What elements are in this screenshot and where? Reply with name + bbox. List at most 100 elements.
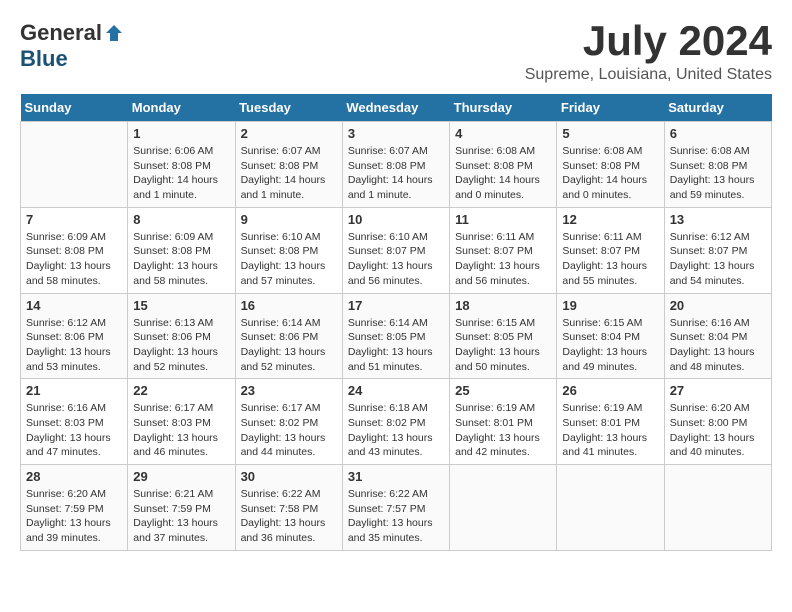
main-title: July 2024 (525, 20, 772, 62)
day-number: 10 (348, 212, 444, 227)
day-number: 11 (455, 212, 551, 227)
day-number: 18 (455, 298, 551, 313)
daylight-label: Daylight: 13 hours and 54 minutes. (670, 260, 755, 287)
daylight-label: Daylight: 13 hours and 51 minutes. (348, 346, 433, 373)
day-number: 28 (26, 469, 122, 484)
sunset-label: Sunset: 8:08 PM (348, 160, 426, 172)
daylight-label: Daylight: 13 hours and 52 minutes. (241, 346, 326, 373)
sunset-label: Sunset: 8:08 PM (26, 245, 104, 257)
sunset-label: Sunset: 8:00 PM (670, 417, 748, 429)
day-info: Sunrise: 6:18 AM Sunset: 8:02 PM Dayligh… (348, 401, 444, 460)
calendar-week-row: 28 Sunrise: 6:20 AM Sunset: 7:59 PM Dayl… (21, 465, 772, 551)
sunrise-label: Sunrise: 6:18 AM (348, 402, 428, 414)
daylight-label: Daylight: 13 hours and 58 minutes. (26, 260, 111, 287)
daylight-label: Daylight: 13 hours and 46 minutes. (133, 432, 218, 459)
daylight-label: Daylight: 13 hours and 49 minutes. (562, 346, 647, 373)
day-info: Sunrise: 6:13 AM Sunset: 8:06 PM Dayligh… (133, 316, 229, 375)
logo-general-text: General (20, 20, 102, 46)
sunset-label: Sunset: 7:59 PM (26, 503, 104, 515)
table-row: 29 Sunrise: 6:21 AM Sunset: 7:59 PM Dayl… (128, 465, 235, 551)
day-info: Sunrise: 6:16 AM Sunset: 8:03 PM Dayligh… (26, 401, 122, 460)
daylight-label: Daylight: 14 hours and 0 minutes. (562, 174, 647, 201)
calendar-week-row: 7 Sunrise: 6:09 AM Sunset: 8:08 PM Dayli… (21, 207, 772, 293)
daylight-label: Daylight: 14 hours and 1 minute. (348, 174, 433, 201)
sunset-label: Sunset: 8:03 PM (133, 417, 211, 429)
day-number: 4 (455, 126, 551, 141)
day-info: Sunrise: 6:12 AM Sunset: 8:07 PM Dayligh… (670, 230, 766, 289)
day-info: Sunrise: 6:11 AM Sunset: 8:07 PM Dayligh… (562, 230, 658, 289)
logo: General Blue (20, 20, 124, 72)
calendar-header-row: Sunday Monday Tuesday Wednesday Thursday… (21, 94, 772, 122)
sunrise-label: Sunrise: 6:20 AM (670, 402, 750, 414)
sunrise-label: Sunrise: 6:07 AM (348, 145, 428, 157)
day-info: Sunrise: 6:17 AM Sunset: 8:03 PM Dayligh… (133, 401, 229, 460)
day-number: 31 (348, 469, 444, 484)
sunrise-label: Sunrise: 6:07 AM (241, 145, 321, 157)
daylight-label: Daylight: 13 hours and 37 minutes. (133, 517, 218, 544)
day-info: Sunrise: 6:16 AM Sunset: 8:04 PM Dayligh… (670, 316, 766, 375)
table-row (557, 465, 664, 551)
table-row: 6 Sunrise: 6:08 AM Sunset: 8:08 PM Dayli… (664, 122, 771, 208)
day-number: 16 (241, 298, 337, 313)
table-row: 10 Sunrise: 6:10 AM Sunset: 8:07 PM Dayl… (342, 207, 449, 293)
sunrise-label: Sunrise: 6:21 AM (133, 488, 213, 500)
sunrise-label: Sunrise: 6:13 AM (133, 317, 213, 329)
sunrise-label: Sunrise: 6:17 AM (241, 402, 321, 414)
day-number: 24 (348, 383, 444, 398)
daylight-label: Daylight: 13 hours and 48 minutes. (670, 346, 755, 373)
sunrise-label: Sunrise: 6:10 AM (241, 231, 321, 243)
day-info: Sunrise: 6:20 AM Sunset: 8:00 PM Dayligh… (670, 401, 766, 460)
table-row: 9 Sunrise: 6:10 AM Sunset: 8:08 PM Dayli… (235, 207, 342, 293)
daylight-label: Daylight: 13 hours and 47 minutes. (26, 432, 111, 459)
calendar-week-row: 14 Sunrise: 6:12 AM Sunset: 8:06 PM Dayl… (21, 293, 772, 379)
table-row: 27 Sunrise: 6:20 AM Sunset: 8:00 PM Dayl… (664, 379, 771, 465)
sunrise-label: Sunrise: 6:08 AM (562, 145, 642, 157)
day-number: 3 (348, 126, 444, 141)
day-info: Sunrise: 6:10 AM Sunset: 8:08 PM Dayligh… (241, 230, 337, 289)
sunset-label: Sunset: 8:08 PM (670, 160, 748, 172)
daylight-label: Daylight: 14 hours and 1 minute. (241, 174, 326, 201)
table-row: 30 Sunrise: 6:22 AM Sunset: 7:58 PM Dayl… (235, 465, 342, 551)
table-row (450, 465, 557, 551)
daylight-label: Daylight: 13 hours and 56 minutes. (348, 260, 433, 287)
sunrise-label: Sunrise: 6:12 AM (670, 231, 750, 243)
day-info: Sunrise: 6:12 AM Sunset: 8:06 PM Dayligh… (26, 316, 122, 375)
table-row: 2 Sunrise: 6:07 AM Sunset: 8:08 PM Dayli… (235, 122, 342, 208)
day-number: 27 (670, 383, 766, 398)
day-info: Sunrise: 6:08 AM Sunset: 8:08 PM Dayligh… (455, 144, 551, 203)
sunset-label: Sunset: 8:06 PM (26, 331, 104, 343)
sunset-label: Sunset: 8:08 PM (133, 160, 211, 172)
table-row: 19 Sunrise: 6:15 AM Sunset: 8:04 PM Dayl… (557, 293, 664, 379)
daylight-label: Daylight: 13 hours and 50 minutes. (455, 346, 540, 373)
day-number: 9 (241, 212, 337, 227)
sunrise-label: Sunrise: 6:09 AM (133, 231, 213, 243)
day-number: 8 (133, 212, 229, 227)
day-number: 25 (455, 383, 551, 398)
day-info: Sunrise: 6:08 AM Sunset: 8:08 PM Dayligh… (670, 144, 766, 203)
table-row: 31 Sunrise: 6:22 AM Sunset: 7:57 PM Dayl… (342, 465, 449, 551)
sunset-label: Sunset: 8:06 PM (241, 331, 319, 343)
col-saturday: Saturday (664, 94, 771, 122)
table-row: 25 Sunrise: 6:19 AM Sunset: 8:01 PM Dayl… (450, 379, 557, 465)
sunset-label: Sunset: 8:01 PM (562, 417, 640, 429)
sunset-label: Sunset: 8:08 PM (455, 160, 533, 172)
col-sunday: Sunday (21, 94, 128, 122)
day-number: 22 (133, 383, 229, 398)
sunrise-label: Sunrise: 6:22 AM (348, 488, 428, 500)
sunset-label: Sunset: 8:06 PM (133, 331, 211, 343)
sunset-label: Sunset: 8:02 PM (348, 417, 426, 429)
daylight-label: Daylight: 14 hours and 1 minute. (133, 174, 218, 201)
sunrise-label: Sunrise: 6:15 AM (562, 317, 642, 329)
daylight-label: Daylight: 13 hours and 55 minutes. (562, 260, 647, 287)
sunrise-label: Sunrise: 6:06 AM (133, 145, 213, 157)
day-info: Sunrise: 6:14 AM Sunset: 8:05 PM Dayligh… (348, 316, 444, 375)
daylight-label: Daylight: 13 hours and 57 minutes. (241, 260, 326, 287)
day-number: 2 (241, 126, 337, 141)
table-row: 26 Sunrise: 6:19 AM Sunset: 8:01 PM Dayl… (557, 379, 664, 465)
title-block: July 2024 Supreme, Louisiana, United Sta… (525, 20, 772, 84)
table-row: 23 Sunrise: 6:17 AM Sunset: 8:02 PM Dayl… (235, 379, 342, 465)
daylight-label: Daylight: 13 hours and 36 minutes. (241, 517, 326, 544)
day-number: 15 (133, 298, 229, 313)
sunrise-label: Sunrise: 6:15 AM (455, 317, 535, 329)
sunrise-label: Sunrise: 6:17 AM (133, 402, 213, 414)
